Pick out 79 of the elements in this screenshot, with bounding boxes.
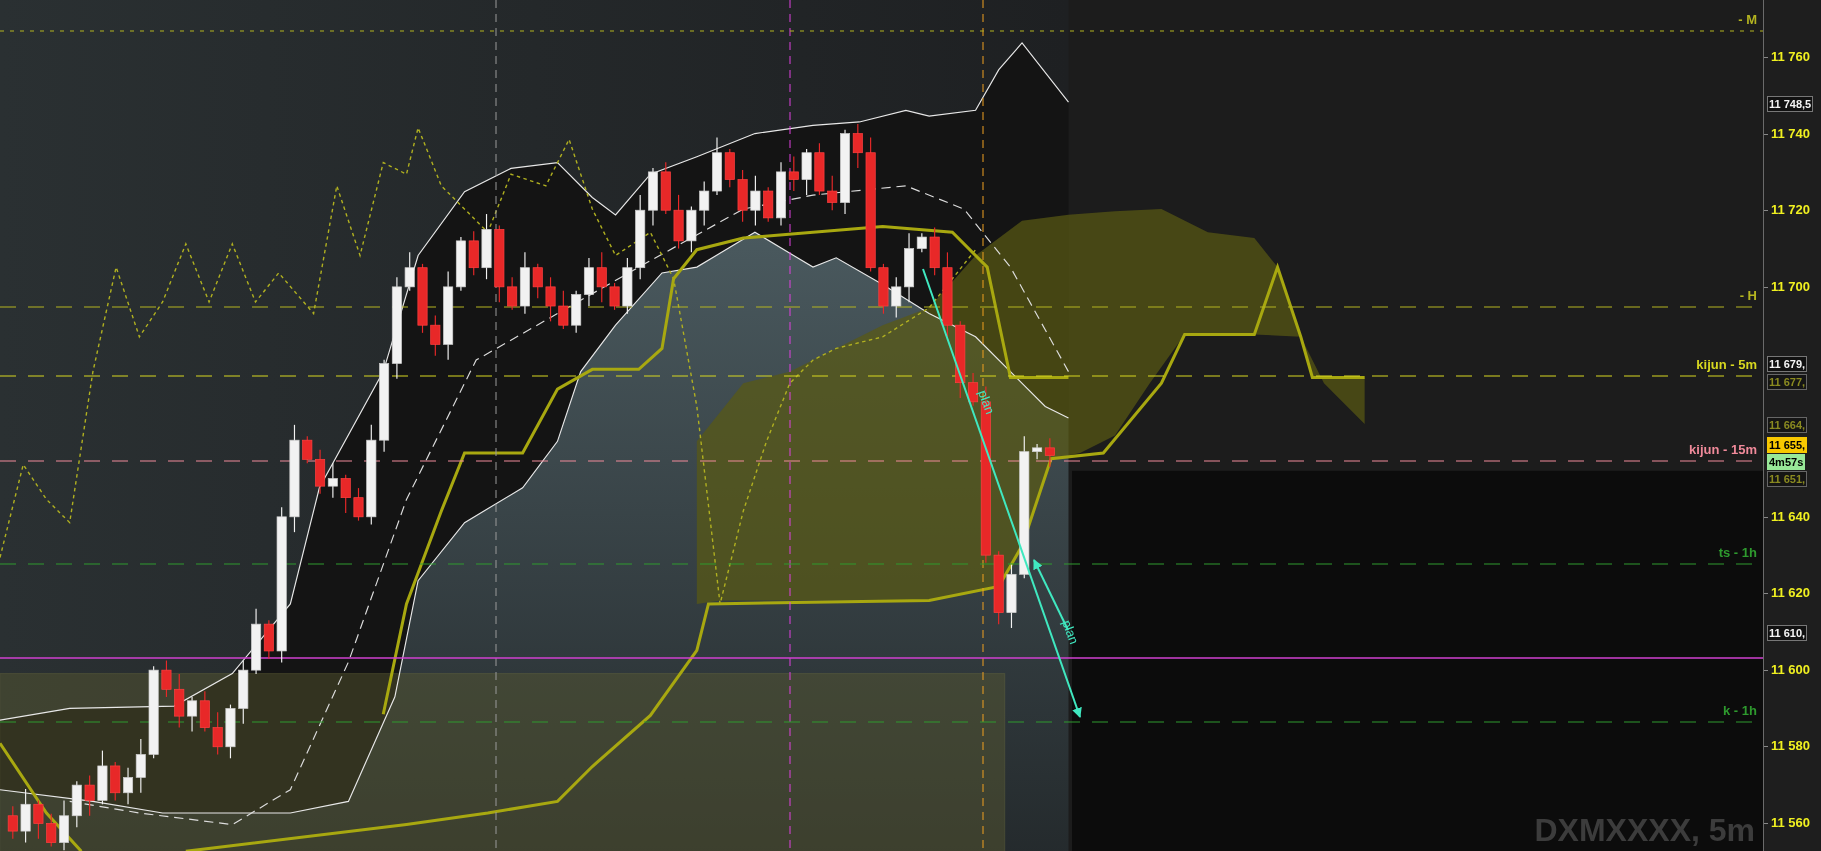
level-label: kijun - 15m bbox=[1689, 442, 1757, 457]
price-tag: 11 677, bbox=[1767, 374, 1808, 390]
candle bbox=[763, 186, 774, 223]
candle bbox=[315, 449, 326, 495]
candle bbox=[878, 263, 889, 315]
candle bbox=[417, 263, 428, 334]
candle bbox=[673, 194, 684, 250]
price-tick-label: 11 760 bbox=[1771, 49, 1811, 65]
price-tick-label: 11 580 bbox=[1771, 738, 1811, 755]
plan-label: plan bbox=[975, 387, 998, 417]
candle bbox=[712, 136, 722, 196]
candle bbox=[686, 205, 697, 253]
level-label: - M bbox=[1738, 12, 1757, 27]
price-tag: 4m57s bbox=[1767, 454, 1806, 470]
candle bbox=[788, 156, 799, 192]
candle bbox=[71, 780, 82, 828]
candle bbox=[33, 799, 44, 840]
candle bbox=[187, 696, 198, 733]
candle bbox=[583, 257, 594, 307]
candle bbox=[84, 774, 95, 817]
price-tick-label: 11 560 bbox=[1771, 815, 1811, 831]
candle bbox=[1006, 564, 1017, 629]
price-tag: 11 664, bbox=[1767, 417, 1808, 433]
price-tag: 11 679, bbox=[1767, 356, 1808, 372]
candle bbox=[545, 276, 556, 322]
candle bbox=[929, 226, 940, 276]
candle bbox=[648, 167, 658, 227]
price-tick-label: 11 740 bbox=[1771, 125, 1811, 142]
candle bbox=[302, 435, 313, 464]
candle bbox=[199, 690, 210, 733]
candle bbox=[97, 750, 108, 805]
candle bbox=[225, 704, 236, 759]
candle bbox=[174, 673, 185, 729]
level-label: ts - 1h bbox=[1718, 545, 1757, 560]
level-label: k - 1h bbox=[1723, 703, 1757, 718]
price-tick-label: 11 700 bbox=[1771, 278, 1811, 295]
candle bbox=[353, 487, 364, 522]
candle bbox=[891, 276, 902, 319]
candle bbox=[212, 711, 223, 756]
candle bbox=[801, 148, 812, 196]
candle bbox=[430, 315, 441, 357]
level-label: kijun - 5m bbox=[1696, 357, 1757, 372]
candle bbox=[468, 230, 479, 276]
plan-label: plan bbox=[1059, 617, 1082, 647]
candle bbox=[59, 799, 69, 851]
candle bbox=[699, 180, 710, 227]
candle bbox=[814, 142, 825, 196]
price-tag: 11 651, bbox=[1767, 471, 1808, 487]
candle bbox=[110, 761, 121, 802]
candle bbox=[161, 659, 172, 698]
candle bbox=[596, 251, 607, 303]
price-tag: 11 748,5 bbox=[1767, 96, 1814, 112]
price-tag: 11 655, bbox=[1767, 437, 1808, 453]
candle bbox=[7, 805, 18, 840]
candle bbox=[737, 169, 748, 223]
candle bbox=[340, 474, 351, 514]
candle bbox=[558, 290, 569, 330]
candle bbox=[327, 462, 338, 499]
candle bbox=[827, 175, 838, 211]
price-tick-label: 11 720 bbox=[1771, 202, 1811, 219]
price-tick-label: 11 600 bbox=[1771, 661, 1811, 678]
candle bbox=[622, 257, 633, 315]
level-label: - H bbox=[1739, 288, 1757, 303]
candle bbox=[660, 161, 671, 215]
candle bbox=[571, 290, 582, 334]
candle bbox=[609, 282, 620, 311]
price-tick-label: 11 640 bbox=[1771, 508, 1811, 525]
candle bbox=[776, 161, 786, 227]
candle bbox=[724, 148, 735, 188]
candle bbox=[481, 213, 492, 280]
candle bbox=[404, 251, 415, 292]
candle bbox=[532, 263, 543, 299]
candle bbox=[238, 659, 249, 725]
candle bbox=[852, 123, 863, 169]
candle bbox=[46, 813, 57, 847]
candle bbox=[750, 175, 761, 227]
candle bbox=[20, 788, 31, 844]
price-tick-label: 11 620 bbox=[1771, 585, 1811, 602]
price-tag: 11 610, bbox=[1767, 625, 1808, 641]
